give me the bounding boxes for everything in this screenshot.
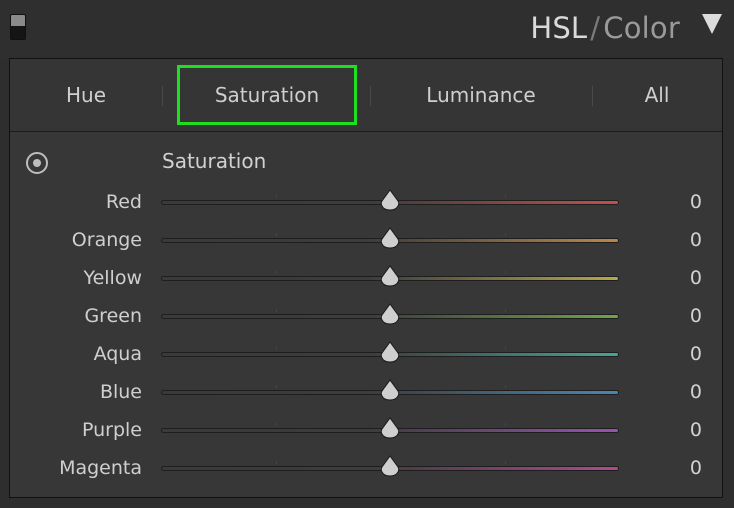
title-separator: / [590,11,601,45]
slider-tick [275,309,277,312]
slider-row-purple: Purple 0 [10,415,722,445]
slider-tick [275,385,277,388]
slider-value[interactable]: 0 [650,415,702,445]
slider-value[interactable]: 0 [650,377,702,407]
slider-tick [275,423,277,426]
slider-tick [275,195,277,198]
tab-bar: Hue Saturation Luminance All [10,59,722,132]
slider-row-yellow: Yellow 0 [10,263,722,293]
slider-tick [275,271,277,274]
slider-tick [504,347,506,350]
slider-tick [504,271,506,274]
collapse-triangle-icon[interactable] [702,14,722,34]
panel-toggle-switch[interactable] [10,14,26,40]
slider-label: Aqua [93,343,142,365]
slider-label: Orange [71,229,142,251]
targeted-adjustment-icon[interactable] [26,152,48,174]
hsl-panel: Hue Saturation Luminance All Saturation … [9,58,723,498]
slider-tick [504,423,506,426]
tab-divider [162,86,163,106]
slider-row-aqua: Aqua 0 [10,339,722,369]
slider-value[interactable]: 0 [650,301,702,331]
tab-all[interactable]: All [592,59,722,131]
slider-tick [275,461,277,464]
slider-value[interactable]: 0 [650,263,702,293]
slider-thumb-purple[interactable] [380,417,400,441]
title-color[interactable]: Color [603,11,680,45]
slider-thumb-orange[interactable] [380,227,400,251]
slider-row-green: Green 0 [10,301,722,331]
slider-label: Purple [81,419,142,441]
section-title: Saturation [162,149,267,173]
slider-tick [275,347,277,350]
slider-label: Magenta [59,457,142,479]
slider-tick [504,233,506,236]
slider-thumb-green[interactable] [380,303,400,327]
tab-luminance[interactable]: Luminance [370,59,592,131]
slider-row-blue: Blue 0 [10,377,722,407]
slider-thumb-magenta[interactable] [380,455,400,479]
slider-row-red: Red 0 [10,187,722,217]
tab-hue[interactable]: Hue [10,59,162,131]
slider-label: Blue [99,381,142,403]
slider-label: Yellow [83,267,143,289]
panel-header: HSL / Color [0,0,734,58]
slider-tick [504,461,506,464]
slider-tick [504,309,506,312]
slider-row-orange: Orange 0 [10,225,722,255]
slider-thumb-aqua[interactable] [380,341,400,365]
slider-thumb-yellow[interactable] [380,265,400,289]
panel-title[interactable]: HSL / Color [530,10,680,46]
slider-tick [504,385,506,388]
slider-value[interactable]: 0 [650,339,702,369]
title-hsl[interactable]: HSL [530,11,587,45]
slider-value[interactable]: 0 [650,453,702,483]
slider-value[interactable]: 0 [650,187,702,217]
slider-label: Red [105,191,142,213]
slider-value[interactable]: 0 [650,225,702,255]
slider-tick [504,195,506,198]
slider-row-magenta: Magenta 0 [10,453,722,483]
active-tab-highlight [177,65,357,125]
slider-label: Green [84,305,142,327]
slider-tick [275,233,277,236]
slider-thumb-red[interactable] [380,189,400,213]
slider-thumb-blue[interactable] [380,379,400,403]
